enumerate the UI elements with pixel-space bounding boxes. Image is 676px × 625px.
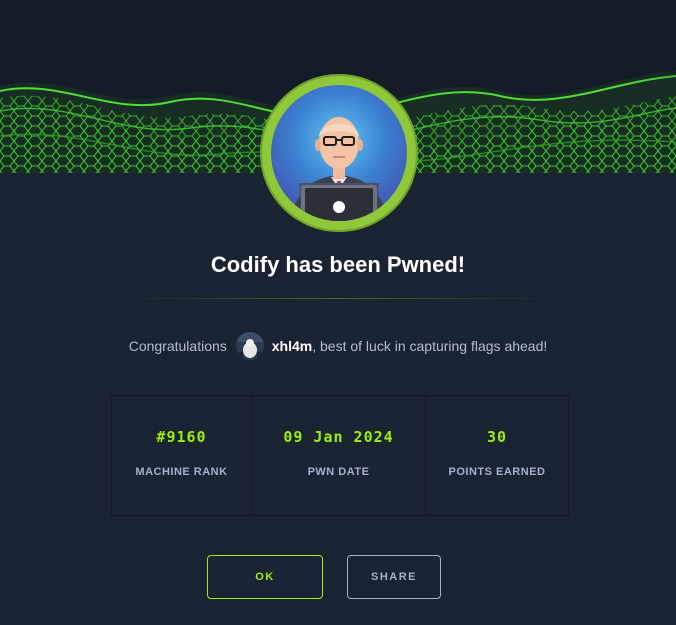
stat-machine-rank: #9160 MACHINE RANK [112, 396, 252, 515]
ok-button[interactable]: OK [207, 555, 323, 599]
stat-label: MACHINE RANK [135, 466, 228, 478]
divider [118, 298, 558, 299]
stat-points-earned: 30 POINTS EARNED [426, 396, 568, 515]
congrats-prefix: Congratulations [128, 338, 227, 354]
top-strip [0, 0, 676, 16]
stat-label: PWN DATE [307, 466, 370, 478]
stat-label: POINTS EARNED [448, 466, 546, 478]
pwned-modal: Codify has been Pwned! Congratulations x… [0, 0, 676, 625]
machine-avatar-inner [271, 85, 407, 221]
stat-pwn-date: 09 Jan 2024 PWN DATE [252, 396, 426, 515]
stat-value: #9160 [156, 428, 207, 446]
stats-panel: #9160 MACHINE RANK 09 Jan 2024 PWN DATE … [111, 395, 569, 516]
share-button[interactable]: SHARE [347, 555, 441, 599]
page-title: Codify has been Pwned! [210, 252, 466, 277]
stat-value: 30 [486, 428, 508, 446]
congrats-suffix: , best of luck in capturing flags ahead! [312, 338, 548, 354]
machine-avatar-icon [291, 117, 387, 221]
stat-value: 09 Jan 2024 [283, 428, 394, 446]
user-avatar-icon [235, 332, 264, 360]
congrats-message: Congratulations xhl4m , best of luck in … [0, 332, 676, 360]
machine-avatar [260, 74, 418, 232]
user-avatar [235, 332, 264, 360]
username[interactable]: xhl4m [272, 338, 312, 354]
